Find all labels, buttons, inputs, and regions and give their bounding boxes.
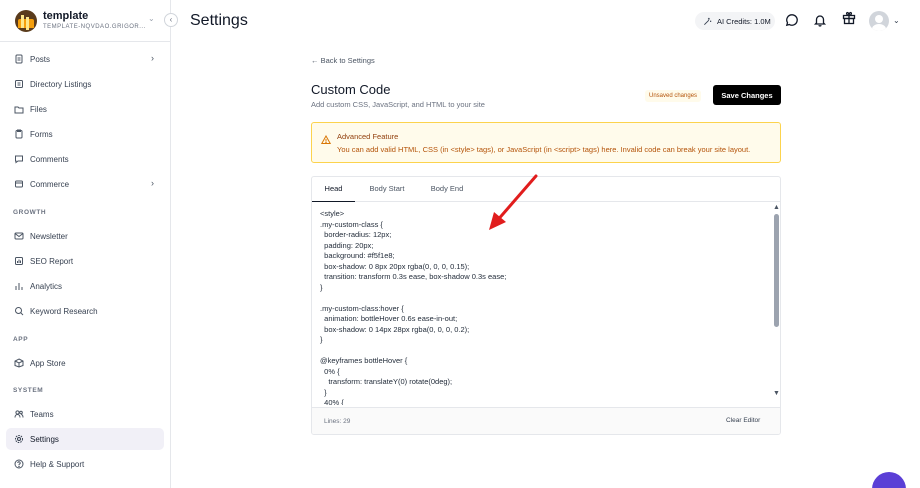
page-title: Settings (190, 12, 248, 29)
sparkle-icon (704, 17, 712, 25)
chat-icon (14, 154, 24, 164)
gear-icon (14, 434, 24, 444)
clear-editor-button[interactable]: Clear Editor (726, 417, 760, 424)
save-changes-button[interactable]: Save Changes (713, 85, 781, 105)
sidebar-item-seo-report[interactable]: SEO Report (6, 250, 164, 272)
alert-text: You can add valid HTML, CSS (in <style> … (337, 145, 751, 154)
sidebar-item-label: Settings (30, 434, 59, 444)
chat-launcher-button[interactable] (872, 472, 906, 488)
sidebar-item-files[interactable]: Files (6, 98, 164, 120)
users-icon (14, 409, 24, 419)
sidebar-item-settings[interactable]: Settings (6, 428, 164, 450)
document-icon (14, 54, 24, 64)
bell-icon[interactable] (813, 13, 827, 27)
warning-icon (320, 132, 332, 144)
chat-icon[interactable] (785, 13, 799, 27)
section-title: Custom Code (311, 82, 391, 97)
sidebar-item-label: Commerce (30, 179, 70, 189)
advanced-feature-alert: Advanced Feature You can add valid HTML,… (311, 122, 781, 163)
sidebar-item-app-store[interactable]: App Store (6, 352, 164, 374)
tab-body-start[interactable]: Body Start (362, 177, 412, 202)
scroll-down-icon[interactable]: ▼ (773, 390, 780, 397)
section-description: Add custom CSS, JavaScript, and HTML to … (311, 100, 485, 109)
sidebar-item-posts[interactable]: Posts › (6, 48, 164, 70)
mail-icon (14, 231, 24, 241)
section-label-app: APP (13, 336, 29, 343)
gift-icon[interactable] (842, 11, 856, 25)
sidebar-item-forms[interactable]: Forms (6, 123, 164, 145)
help-icon (14, 459, 24, 469)
box-icon (14, 358, 24, 368)
folder-icon (14, 104, 24, 114)
sidebar-item-label: Posts (30, 54, 51, 64)
tab-head[interactable]: Head (312, 177, 355, 202)
search-icon (14, 306, 24, 316)
lines-count: Lines: 29 (324, 418, 351, 425)
section-label-system: SYSTEM (13, 387, 44, 394)
sidebar-item-label: Forms (30, 129, 53, 139)
sidebar-item-label: Comments (30, 154, 69, 164)
chevron-right-icon: › (151, 53, 154, 63)
avatar[interactable] (869, 11, 889, 31)
sidebar-item-help-support[interactable]: Help & Support (6, 453, 164, 475)
editor-scrollbar[interactable]: ▲ ▼ (772, 204, 780, 400)
clipboard-icon (14, 129, 24, 139)
list-icon (14, 79, 24, 89)
sidebar: template TEMPLATE-NQVDAO.GRIGOR... ⌄ ‹ P… (0, 0, 178, 488)
sidebar-item-label: Directory Listings (30, 79, 92, 89)
sidebar-item-analytics[interactable]: Analytics (6, 275, 164, 297)
sidebar-item-teams[interactable]: Teams (6, 403, 164, 425)
tab-body-end[interactable]: Body End (424, 177, 470, 202)
brand-logo (15, 9, 37, 32)
sidebar-item-label: App Store (30, 358, 66, 368)
section-label-growth: GROWTH (13, 209, 47, 216)
brand-name: template (43, 10, 89, 22)
brand-subtitle: TEMPLATE-NQVDAO.GRIGOR... (43, 24, 146, 30)
sidebar-item-directory-listings[interactable]: Directory Listings (6, 73, 164, 95)
scroll-up-icon[interactable]: ▲ (773, 204, 780, 211)
code-editor-textarea[interactable]: <style> .my-custom-class { border-radius… (320, 209, 770, 405)
annotation-arrow (489, 174, 538, 230)
scrollbar-thumb[interactable] (774, 214, 779, 327)
sidebar-item-label: Files (30, 104, 47, 114)
alert-title: Advanced Feature (337, 132, 399, 141)
chart-icon (14, 256, 24, 266)
sidebar-item-label: Analytics (30, 281, 63, 291)
sidebar-item-commerce[interactable]: Commerce › (6, 173, 164, 195)
editor-footer: Lines: 29 Clear Editor (312, 407, 780, 434)
workspace-switcher[interactable]: template TEMPLATE-NQVDAO.GRIGOR... ⌄ (0, 0, 170, 42)
sidebar-item-label: Teams (30, 409, 54, 419)
sidebar-item-keyword-research[interactable]: Keyword Research (6, 300, 164, 322)
back-to-settings-link[interactable]: ← Back to Settings (311, 56, 375, 65)
analytics-icon (14, 281, 24, 291)
ai-credits-text: AI Credits: 1.0M (717, 16, 771, 26)
brand-text: template TEMPLATE-NQVDAO.GRIGOR... (43, 10, 147, 31)
sidebar-item-comments[interactable]: Comments (6, 148, 164, 170)
chevron-right-icon: › (151, 178, 154, 188)
chevron-down-icon[interactable]: ⌄ (893, 16, 900, 25)
sidebar-item-label: Keyword Research (30, 306, 98, 316)
ai-credits-badge[interactable]: AI Credits: 1.0M (695, 12, 775, 30)
sidebar-item-label: SEO Report (30, 256, 74, 266)
sidebar-item-label: Newsletter (30, 231, 68, 241)
collapse-sidebar-button[interactable]: ‹ (164, 13, 178, 27)
cart-icon (14, 179, 24, 189)
unsaved-changes-badge: Unsaved changes (645, 90, 702, 102)
sidebar-item-label: Help & Support (30, 459, 85, 469)
chevron-updown-icon: ⌄ (148, 14, 155, 23)
sidebar-item-newsletter[interactable]: Newsletter (6, 225, 164, 247)
